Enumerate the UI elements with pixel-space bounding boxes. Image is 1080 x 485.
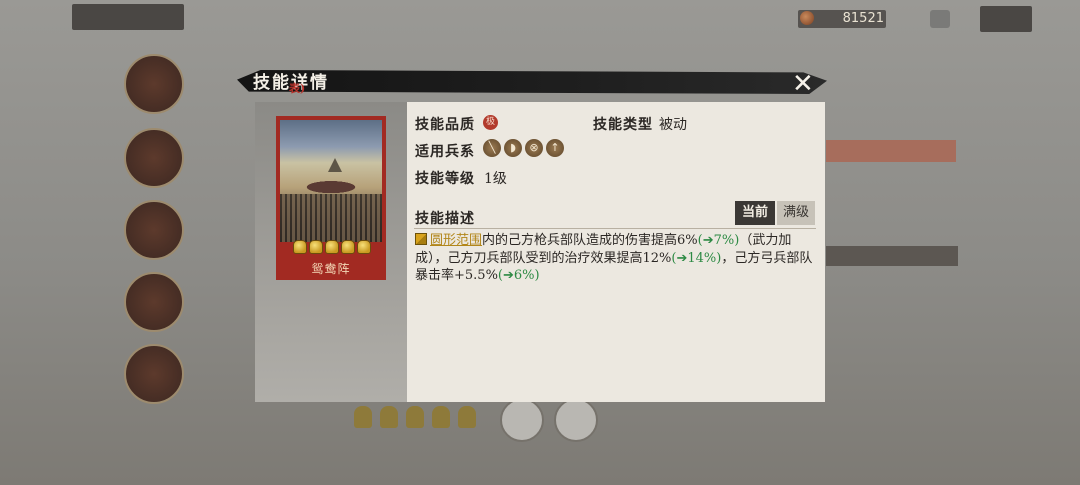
type-label: 技能类型 xyxy=(593,117,653,133)
level-value: 1级 xyxy=(484,171,507,187)
range-link[interactable]: 圆形范围 xyxy=(430,233,482,248)
bg-slot xyxy=(500,398,544,442)
bell-star-icon xyxy=(309,240,323,254)
bell-star-icon xyxy=(357,240,371,254)
copper-coin-icon xyxy=(800,11,814,25)
general-portrait xyxy=(124,54,184,114)
star-rating xyxy=(292,240,372,256)
desc-text-1: 内的己方枪兵部队造成的伤害提高6% xyxy=(482,233,698,248)
upgrade-value-1: (➔7%) xyxy=(697,233,740,248)
bell-icon xyxy=(406,406,424,428)
bell-icon xyxy=(380,406,398,428)
tab-current[interactable]: 当前 xyxy=(735,201,775,225)
troops-label: 适用兵系 xyxy=(415,144,475,160)
army-formation xyxy=(280,194,382,242)
bg-red-bar xyxy=(826,140,956,162)
skill-description: 圆形范围内的己方枪兵部队造成的伤害提高6%(➔7%)（武力加成），己方刀兵部队受… xyxy=(415,232,817,285)
dialog-title-suffix: 表) xyxy=(289,82,306,95)
bell-star-icon xyxy=(341,240,355,254)
bell-icon xyxy=(354,406,372,428)
page-title-tag xyxy=(72,4,184,30)
quality-badge: 极 xyxy=(483,115,498,130)
description-label: 技能描述 xyxy=(415,211,475,227)
close-button[interactable]: ✕ xyxy=(788,69,826,100)
close-icon: ✕ xyxy=(792,69,814,99)
settings-icon xyxy=(930,10,950,28)
type-value: 被动 xyxy=(659,117,687,133)
bg-slot xyxy=(554,398,598,442)
bow-icon: ⊗ xyxy=(525,139,543,157)
general-portrait xyxy=(124,200,184,260)
divider xyxy=(414,228,816,229)
top-right-tag xyxy=(980,6,1032,32)
general-portrait xyxy=(124,344,184,404)
bell-icon xyxy=(432,406,450,428)
currency-amount: 81521 xyxy=(842,11,884,26)
dialog-header: 技能详情 表) xyxy=(237,64,827,102)
bg-panel xyxy=(826,246,958,266)
skill-card: 鸳鸯阵 xyxy=(276,116,386,280)
bell-icon xyxy=(458,406,476,428)
bell-star-icon xyxy=(325,240,339,254)
quality-label: 技能品质 xyxy=(415,117,475,133)
general-portrait xyxy=(124,272,184,332)
bell-star-icon xyxy=(293,240,307,254)
level-label: 技能等级 xyxy=(415,171,475,187)
skill-name: 鸳鸯阵 xyxy=(311,262,351,276)
skill-card-artwork xyxy=(280,120,382,242)
shield-icon: ◗ xyxy=(504,139,522,157)
general-portrait xyxy=(124,128,184,188)
cavalry-icon: ↑ xyxy=(546,139,564,157)
tab-max-level[interactable]: 满级 xyxy=(777,201,815,225)
upgrade-value-3: (➔6%) xyxy=(497,268,540,283)
spear-icon: ╲ xyxy=(483,139,501,157)
tower-shape xyxy=(328,158,342,172)
upgrade-value-2: (➔14%) xyxy=(671,250,722,266)
range-square-icon xyxy=(415,233,427,245)
